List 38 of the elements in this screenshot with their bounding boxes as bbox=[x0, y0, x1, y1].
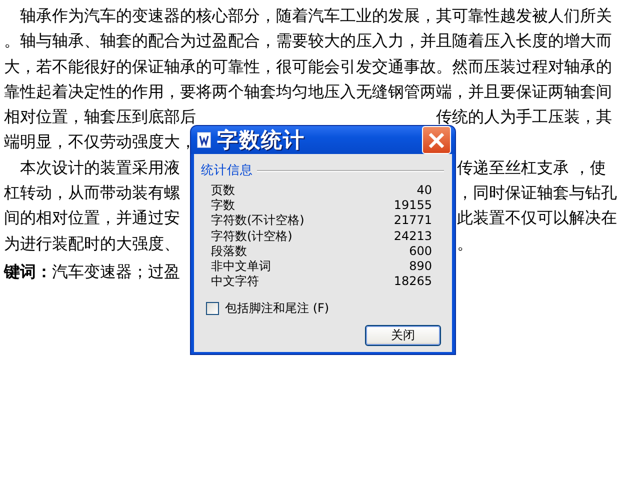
text-line: 。轴与轴承、轴套的配合为过盈配合，需要较大的压入力，并且随着压入长度的增大而 bbox=[3, 30, 612, 52]
stat-value: 600 bbox=[409, 244, 432, 259]
stat-value: 19155 bbox=[394, 198, 432, 214]
close-button[interactable]: 关闭 bbox=[365, 325, 441, 346]
checkbox[interactable] bbox=[206, 302, 219, 316]
text-line: 间的相对位置，并通过安 bbox=[3, 207, 180, 230]
group-label: 统计信息 bbox=[201, 162, 253, 179]
stat-value: 18265 bbox=[394, 274, 432, 290]
close-icon bbox=[428, 132, 445, 148]
stat-label: 非中文单词 bbox=[211, 258, 271, 274]
stat-label: 页数 bbox=[211, 183, 235, 198]
text-line: 相对位置，轴套压到底部后 bbox=[3, 106, 196, 128]
text-line: 端明显，不仅劳动强度大， bbox=[3, 131, 196, 154]
keywords-line: 键词：汽车变速器；过盈 bbox=[2, 260, 180, 283]
close-button[interactable] bbox=[422, 126, 451, 154]
stat-value: 24213 bbox=[394, 228, 432, 244]
stat-value: 890 bbox=[409, 258, 432, 274]
app-icon bbox=[197, 132, 211, 148]
text-line: 靠性起着决定性的作用，要将两个轴套均匀地压入无缝钢管两端，并且要保证两轴套间 bbox=[3, 80, 612, 103]
text-line: 大，若不能很好的保证轴承的可靠性，很可能会引发交通事故。然而压装过程对轴承的 bbox=[3, 56, 612, 78]
text-line: 杠转动，从而带动装有螺 bbox=[3, 182, 180, 204]
text-line: 传统的人为手工压装，其 bbox=[436, 106, 613, 128]
stat-label: 字数 bbox=[211, 198, 235, 214]
text-line: 轴承作为汽车的变速器的核心部分，随着汽车工业的发展，其可靠性越发被人们所关 bbox=[19, 5, 612, 27]
checkbox-label[interactable]: 包括脚注和尾注 (F) bbox=[225, 300, 330, 318]
text-line: 此装置不仅可以解决在 bbox=[457, 207, 617, 230]
stat-label: 字符数(计空格) bbox=[211, 228, 292, 244]
text-line: 本次设计的装置采用液 bbox=[19, 156, 180, 179]
dialog-title: 字数统计 bbox=[217, 127, 306, 154]
stat-label: 字符数(不计空格) bbox=[211, 213, 304, 229]
stat-value: 40 bbox=[416, 183, 432, 198]
stat-value: 21771 bbox=[394, 213, 432, 229]
stat-label: 段落数 bbox=[211, 244, 247, 259]
text-line: 为进行装配时的大强度、 bbox=[3, 232, 180, 255]
text-line: ，同时保证轴套与钻孔 bbox=[457, 182, 617, 204]
text-line: 传递至丝杠支承 ，使 bbox=[457, 156, 606, 179]
stat-label: 中文字符 bbox=[211, 274, 259, 290]
text-line: 。 bbox=[457, 232, 473, 255]
